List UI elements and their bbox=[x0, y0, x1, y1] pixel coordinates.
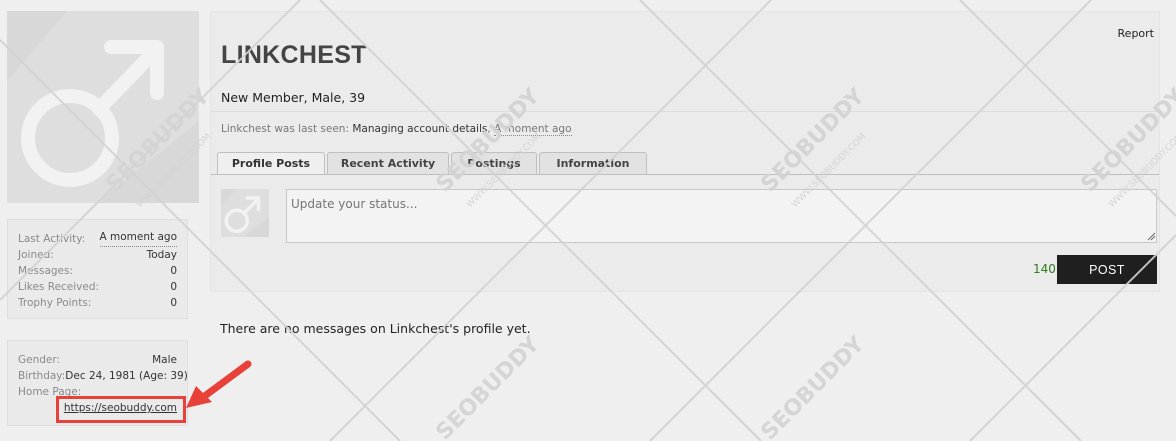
homepage-link[interactable]: https://seobuddy.com bbox=[64, 402, 177, 414]
divider bbox=[211, 111, 1159, 112]
avatar-small[interactable] bbox=[221, 189, 269, 237]
info-gender: Gender: Male bbox=[18, 354, 177, 366]
info-homepage-row: https://seobuddy.com bbox=[18, 400, 177, 416]
tab-postings[interactable]: Postings bbox=[451, 152, 537, 174]
member-info-box: Gender: Male Birthday: Dec 24, 1981 (Age… bbox=[7, 340, 188, 426]
member-stats-box: Last Activity: A moment ago Joined: Toda… bbox=[7, 219, 188, 319]
tab-profile-posts[interactable]: Profile Posts bbox=[217, 152, 325, 174]
profile-main-panel: Report LINKCHEST New Member, Male, 39 Li… bbox=[210, 11, 1160, 292]
avatar-large[interactable] bbox=[7, 11, 199, 203]
last-seen-time[interactable]: A moment ago bbox=[494, 123, 572, 136]
character-counter: 140 bbox=[1033, 262, 1056, 276]
stat-messages: Messages: 0 bbox=[18, 265, 177, 277]
tab-information[interactable]: Information bbox=[539, 152, 647, 174]
watermark-brand: SEOBUDDY bbox=[432, 331, 546, 441]
resize-grip-icon[interactable] bbox=[1147, 232, 1156, 241]
last-activity-value[interactable]: A moment ago bbox=[99, 231, 177, 247]
watermark-brand: SEOBUDDY bbox=[757, 331, 871, 441]
profile-tabs: Profile Posts Recent Activity Postings I… bbox=[217, 152, 649, 174]
page-title: LINKCHEST bbox=[221, 41, 367, 69]
last-seen-activity: Managing account details bbox=[352, 123, 488, 135]
stat-trophy-points: Trophy Points: 0 bbox=[18, 297, 177, 309]
annotation-arrow-icon bbox=[186, 360, 252, 408]
report-link[interactable]: Report bbox=[1118, 27, 1154, 40]
stat-likes: Likes Received: 0 bbox=[18, 281, 177, 293]
empty-profile-message: There are no messages on Linkchest's pro… bbox=[220, 321, 531, 336]
post-button[interactable]: POST bbox=[1057, 255, 1157, 284]
tab-recent-activity[interactable]: Recent Activity bbox=[327, 152, 449, 174]
stat-last-activity: Last Activity: A moment ago bbox=[18, 231, 177, 247]
stat-joined: Joined: Today bbox=[18, 249, 177, 261]
last-seen-line: Linkchest was last seen: Managing accoun… bbox=[221, 123, 572, 136]
user-title: New Member, Male, 39 bbox=[221, 90, 366, 105]
status-input[interactable] bbox=[286, 189, 1157, 243]
info-birthday: Birthday: Dec 24, 1981 (Age: 39) bbox=[18, 370, 188, 382]
male-avatar-icon bbox=[7, 11, 199, 203]
info-homepage-label-row: Home Page: bbox=[18, 386, 82, 398]
male-avatar-icon bbox=[221, 189, 269, 237]
tab-underline bbox=[211, 174, 1159, 175]
